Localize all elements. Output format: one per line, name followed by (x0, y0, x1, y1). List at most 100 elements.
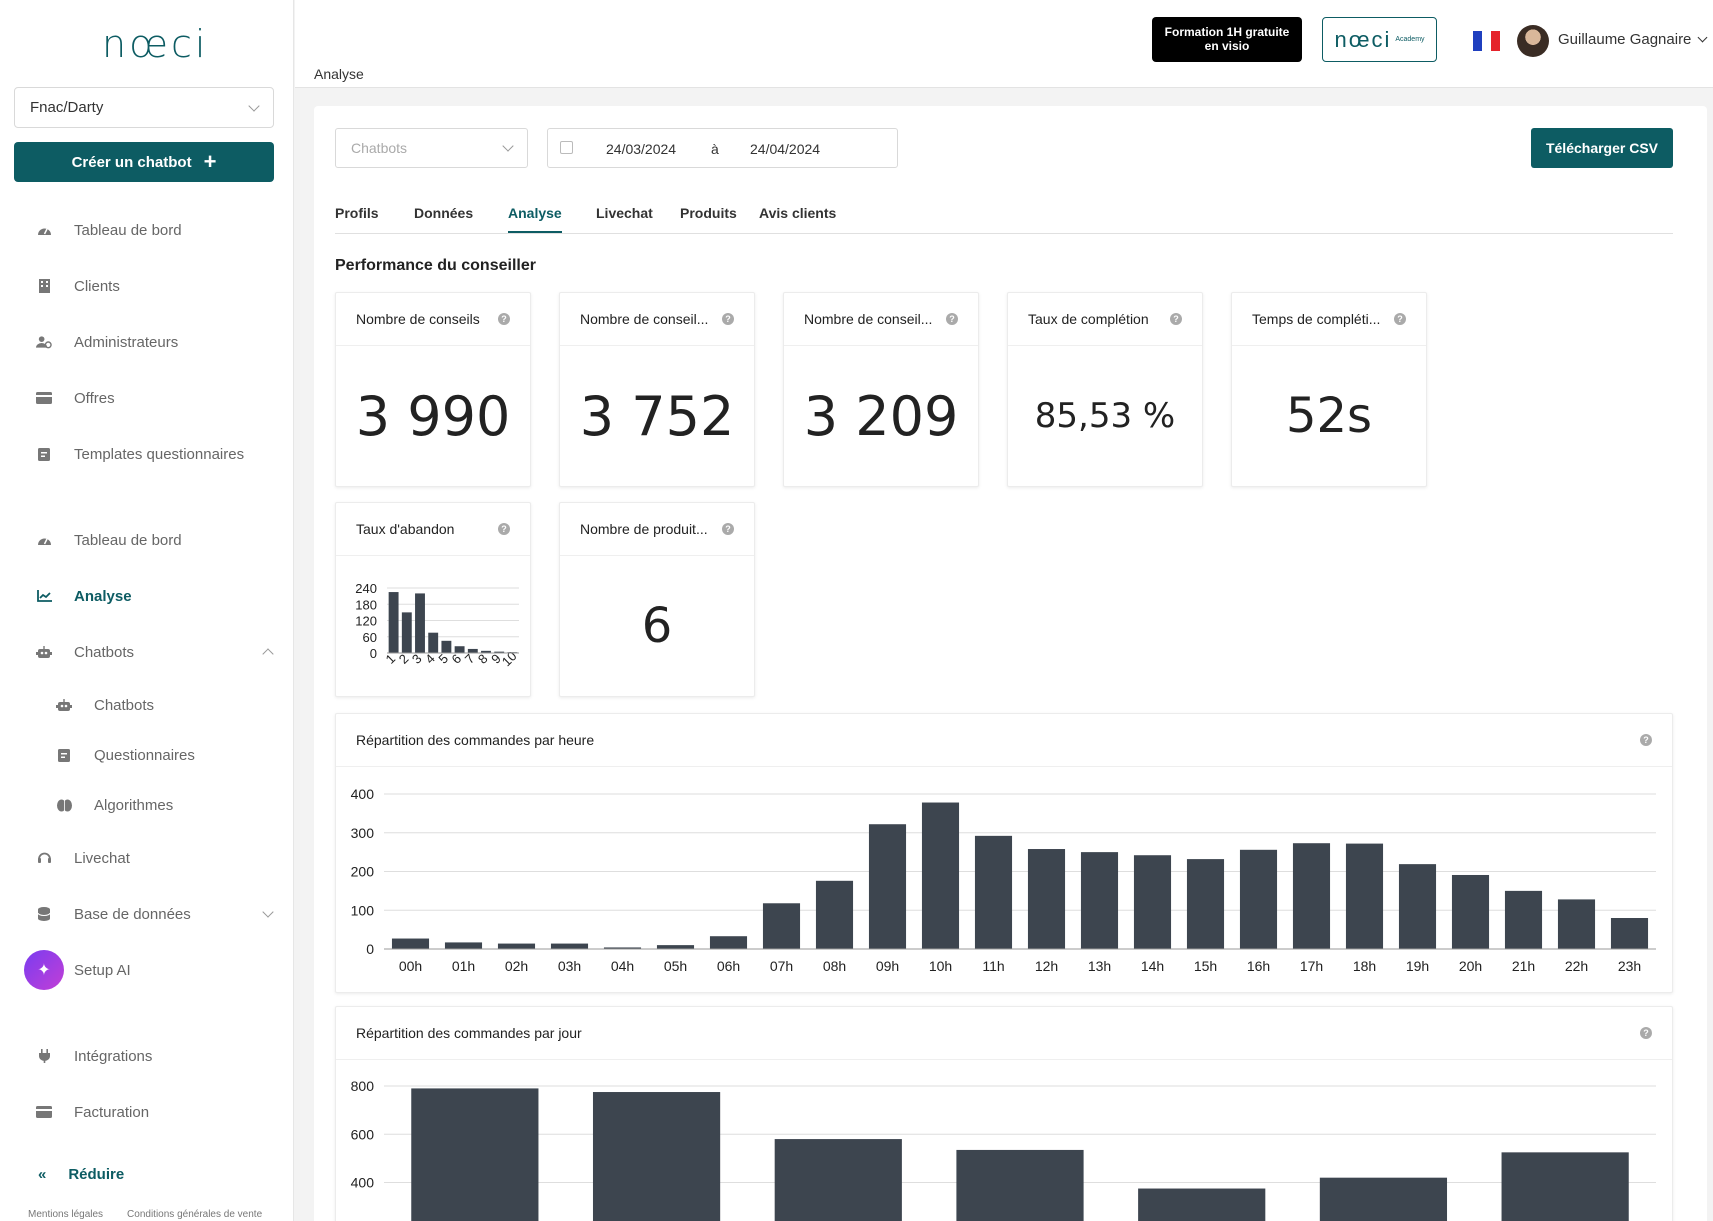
magic-wand-icon: ✦ (24, 950, 64, 990)
avatar[interactable] (1517, 25, 1549, 57)
academy-button[interactable]: nœci Academy (1322, 17, 1437, 62)
bar[interactable] (444, 942, 483, 949)
bar[interactable] (411, 1088, 539, 1221)
kpi-title: Taux d'abandon (356, 521, 455, 537)
help-icon[interactable]: ? (1394, 313, 1406, 325)
bar[interactable] (391, 938, 430, 949)
sidebar-item-chatbots[interactable]: Chatbots (0, 689, 294, 721)
sidebar-item-chatbots-group[interactable]: Chatbots (0, 636, 294, 668)
date-range-picker[interactable]: 24/03/2024 à 24/04/2024 (547, 128, 898, 168)
bar[interactable] (709, 936, 748, 949)
user-menu[interactable]: Guillaume Gagnaire (1558, 31, 1708, 48)
chart-line-icon (36, 589, 52, 603)
bar[interactable] (815, 880, 854, 949)
plus-icon: + (203, 149, 217, 174)
sidebar-item-dashboard-2[interactable]: Tableau de bord (0, 524, 294, 556)
kpi-card: Taux de complétion? 85,53 % (1007, 292, 1203, 487)
reduce-sidebar-button[interactable]: « Réduire (38, 1166, 124, 1183)
bar[interactable] (1138, 1188, 1266, 1221)
tab-analyse[interactable]: Analyse (508, 205, 562, 233)
bar[interactable] (1504, 890, 1543, 949)
noci-logo[interactable]: nœci (102, 22, 208, 66)
bar[interactable] (762, 903, 801, 949)
bar[interactable] (497, 943, 536, 949)
bar[interactable] (1451, 874, 1490, 949)
bar[interactable] (441, 640, 452, 653)
help-icon[interactable]: ? (722, 313, 734, 325)
cgv-link[interactable]: Conditions générales de vente (127, 1209, 262, 1220)
create-chatbot-button[interactable]: Créer un chatbot + (14, 142, 274, 182)
help-icon[interactable]: ? (498, 523, 510, 535)
x-tick-label: 19h (1406, 958, 1429, 974)
bar[interactable] (550, 943, 589, 949)
y-tick-label: 600 (351, 1126, 375, 1142)
help-icon[interactable]: ? (1640, 1027, 1652, 1039)
chatbot-select[interactable]: Chatbots (335, 128, 528, 168)
sidebar-item-base-de-donnees[interactable]: Base de données (0, 898, 294, 930)
bar[interactable] (974, 835, 1013, 949)
bar[interactable] (1557, 899, 1596, 949)
tab-produits[interactable]: Produits (680, 205, 737, 231)
bar[interactable] (921, 802, 960, 949)
bar[interactable] (1501, 1152, 1629, 1221)
bar[interactable] (1080, 852, 1119, 949)
organization-select[interactable]: Fnac/Darty (14, 87, 274, 128)
tab-profils[interactable]: Profils (335, 205, 379, 231)
kpi-value: 3 209 (803, 384, 959, 448)
legal-link[interactable]: Mentions légales (28, 1209, 103, 1220)
bar[interactable] (1133, 855, 1172, 949)
sidebar-item-integrations[interactable]: Intégrations (0, 1040, 294, 1072)
bar[interactable] (1319, 1177, 1448, 1221)
sidebar-item-facturation[interactable]: Facturation (0, 1096, 294, 1128)
help-icon[interactable]: ? (1170, 313, 1182, 325)
download-csv-button[interactable]: Télécharger CSV (1531, 128, 1673, 168)
bar[interactable] (401, 612, 412, 653)
chart-title: Répartition des commandes par heure (356, 732, 595, 748)
tab-livechat[interactable]: Livechat (596, 205, 653, 231)
x-tick-label: 01h (452, 958, 475, 974)
help-icon[interactable]: ? (1640, 734, 1652, 746)
bar[interactable] (415, 593, 425, 653)
bar[interactable] (956, 1149, 1084, 1221)
help-icon[interactable]: ? (498, 313, 510, 325)
bar[interactable] (388, 592, 399, 653)
bar[interactable] (467, 648, 478, 653)
bar[interactable] (1027, 849, 1066, 949)
date-from[interactable]: 24/03/2024 (606, 141, 676, 157)
sidebar-item-analyse[interactable]: Analyse (0, 580, 294, 612)
bar[interactable] (1186, 859, 1225, 949)
sidebar-item-administrateurs[interactable]: Administrateurs (0, 326, 294, 358)
sidebar-item-livechat[interactable]: Livechat (0, 842, 294, 874)
sidebar-item-setup-ai[interactable]: ✦ Setup AI (0, 950, 294, 990)
sidebar-item-algorithmes[interactable]: Algorithmes (0, 789, 294, 821)
bar[interactable] (1239, 849, 1278, 949)
date-to[interactable]: 24/04/2024 (750, 141, 820, 157)
tab-avis-clients[interactable]: Avis clients (759, 205, 836, 231)
sidebar-item-label: Analyse (74, 587, 132, 605)
tab-donnees[interactable]: Données (414, 205, 473, 231)
formation-button[interactable]: Formation 1H gratuite en visio (1152, 17, 1302, 62)
sidebar-item-questionnaires[interactable]: Questionnaires (0, 739, 294, 771)
x-tick-label: 03h (558, 958, 581, 974)
y-tick-label: 240 (355, 581, 377, 596)
bar[interactable] (1398, 864, 1437, 949)
bar[interactable] (1292, 843, 1331, 949)
double-chevron-left-icon: « (38, 1166, 47, 1183)
bar[interactable] (592, 1092, 721, 1221)
sidebar-item-templates-questionnaires[interactable]: Templates questionnaires (0, 438, 294, 470)
bar[interactable] (656, 945, 695, 949)
help-icon[interactable]: ? (946, 313, 958, 325)
bar[interactable] (1610, 918, 1649, 949)
french-flag-icon[interactable] (1473, 31, 1500, 51)
sidebar-item-dashboard[interactable]: Tableau de bord (0, 214, 294, 246)
bar[interactable] (1345, 843, 1384, 949)
help-icon[interactable]: ? (722, 523, 734, 535)
bar[interactable] (428, 632, 439, 653)
sidebar-item-clients[interactable]: Clients (0, 270, 294, 302)
chevron-down-icon (1697, 32, 1708, 43)
sidebar-item-offres[interactable]: Offres (0, 382, 294, 414)
bar[interactable] (774, 1139, 902, 1221)
bar[interactable] (868, 824, 907, 949)
bar[interactable] (454, 646, 465, 653)
breadcrumb: Analyse (314, 66, 364, 82)
